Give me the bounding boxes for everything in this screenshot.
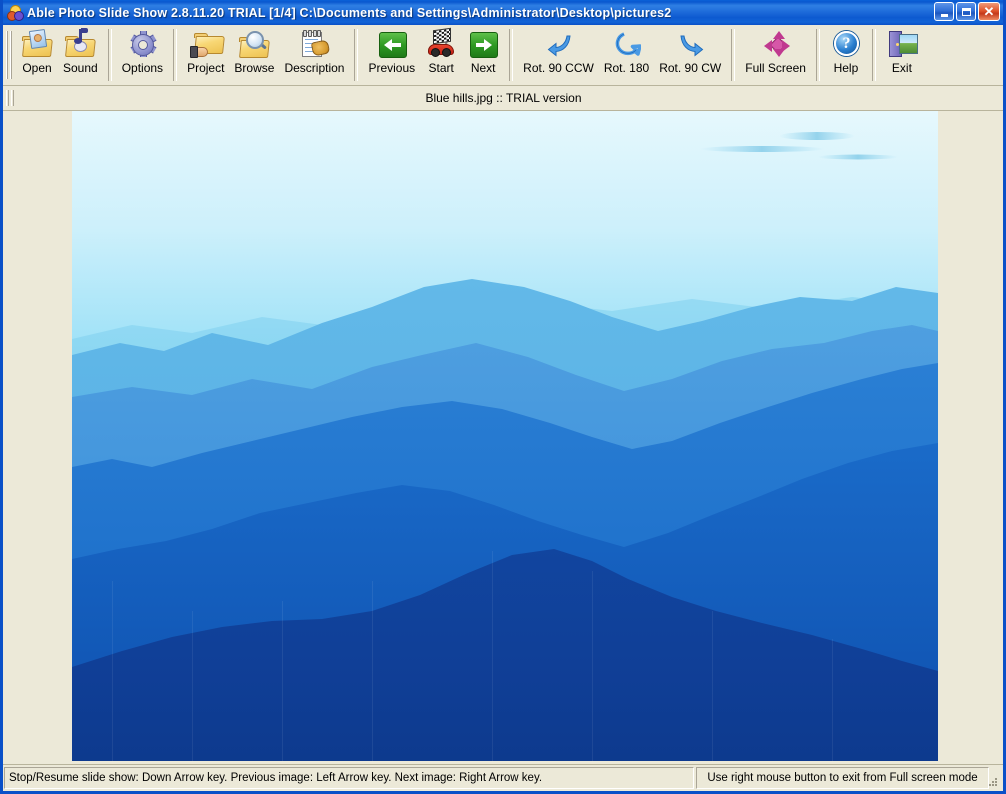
toolbar-group-help: ? Help: [825, 25, 867, 85]
description-button[interactable]: Description: [279, 25, 349, 77]
notepad-pencil-icon: [298, 29, 331, 59]
infobar-grip[interactable]: [6, 89, 16, 107]
toolbar-group-exit: Exit: [881, 25, 923, 85]
toolbar-group-rotation: Rot. 90 CCW Rot. 180 Rot. 90 CW: [518, 25, 726, 85]
window-title: Able Photo Slide Show 2.8.11.20 TRIAL [1…: [27, 5, 672, 20]
close-icon: ✕: [983, 4, 995, 19]
image-info-bar: Blue hills.jpg :: TRIAL version: [3, 86, 1003, 111]
start-label: Start: [428, 61, 454, 75]
image-viewer[interactable]: [3, 111, 1003, 764]
question-mark-icon: ?: [830, 29, 862, 59]
gear-icon: [126, 29, 158, 59]
browse-label: Browse: [234, 61, 275, 75]
minimize-button[interactable]: [934, 2, 954, 21]
rotate-ccw-arrow-icon: [543, 29, 575, 59]
options-label: Options: [121, 61, 164, 75]
rotate-180-label: Rot. 180: [603, 61, 650, 75]
open-folder-photo-icon: [21, 28, 53, 59]
status-bar: Stop/Resume slide show: Down Arrow key. …: [3, 764, 1003, 791]
status-hint-keys: Stop/Resume slide show: Down Arrow key. …: [4, 767, 694, 789]
checkered-flag-car-icon: [425, 27, 457, 59]
full-screen-label: Full Screen: [745, 61, 806, 75]
help-button[interactable]: ? Help: [825, 25, 867, 77]
sound-label: Sound: [63, 61, 98, 75]
blue-hills-photo: [72, 111, 938, 761]
toolbar-separator: [731, 29, 736, 81]
close-button[interactable]: ✕: [978, 2, 1000, 21]
title-bar[interactable]: Able Photo Slide Show 2.8.11.20 TRIAL [1…: [3, 0, 1003, 25]
arrow-right-green-icon: [467, 29, 499, 59]
open-button[interactable]: Open: [16, 25, 58, 77]
browse-button[interactable]: Browse: [229, 25, 279, 77]
status-hint-fullscreen: Use right mouse button to exit from Full…: [696, 767, 989, 789]
folder-magnifier-icon: [238, 29, 271, 59]
next-label: Next: [470, 61, 496, 75]
window-controls: ✕: [934, 2, 1000, 21]
toolbar-separator: [815, 29, 820, 81]
next-button[interactable]: Next: [462, 25, 504, 77]
toolbar-group-file: Open Sound: [16, 25, 103, 85]
door-exit-icon: [886, 29, 918, 59]
maximize-icon: [961, 7, 971, 16]
sound-button[interactable]: Sound: [58, 25, 103, 77]
project-button[interactable]: Project: [182, 25, 229, 77]
rotate-cw-label: Rot. 90 CW: [659, 61, 722, 75]
toolbar-group-view: Full Screen: [740, 25, 811, 85]
toolbar-separator: [173, 29, 178, 81]
hand-folder-icon: [189, 29, 225, 59]
rotate-180-button[interactable]: Rot. 180: [599, 25, 654, 77]
project-label: Project: [187, 61, 225, 75]
options-button[interactable]: Options: [117, 25, 168, 77]
toolbar-separator: [107, 29, 112, 81]
toolbar-grip[interactable]: [6, 28, 14, 82]
arrow-left-green-icon: [376, 29, 408, 59]
minimize-icon: [940, 13, 948, 17]
four-way-arrows-icon: [760, 29, 792, 59]
previous-label: Previous: [368, 61, 416, 75]
slide-image: [72, 111, 938, 761]
toolbar-separator: [509, 29, 514, 81]
rotate-ccw-label: Rot. 90 CCW: [523, 61, 594, 75]
rotate-cw-button[interactable]: Rot. 90 CW: [654, 25, 726, 77]
app-icon: [7, 4, 24, 21]
maximize-button[interactable]: [956, 2, 976, 21]
open-label: Open: [22, 61, 52, 75]
image-info-text: Blue hills.jpg :: TRIAL version: [425, 91, 582, 105]
main-toolbar: Open Sound Options Project Browse Descri…: [3, 25, 1003, 86]
start-button[interactable]: Start: [420, 25, 462, 77]
toolbar-separator: [871, 29, 876, 81]
full-screen-button[interactable]: Full Screen: [740, 25, 811, 77]
resize-grip[interactable]: [987, 776, 999, 788]
help-label: Help: [833, 61, 859, 75]
toolbar-group-settings: Options: [117, 25, 168, 85]
exit-button[interactable]: Exit: [881, 25, 923, 77]
toolbar-separator: [354, 29, 359, 81]
rotate-ccw-button[interactable]: Rot. 90 CCW: [518, 25, 599, 77]
rotate-cw-arrow-icon: [674, 29, 706, 59]
exit-label: Exit: [891, 61, 912, 75]
rotate-180-arrow-icon: [611, 29, 643, 59]
description-label: Description: [284, 61, 345, 75]
application-window: Able Photo Slide Show 2.8.11.20 TRIAL [1…: [0, 0, 1006, 794]
toolbar-group-navigation: Previous Start Next: [363, 25, 504, 85]
previous-button[interactable]: Previous: [363, 25, 420, 77]
folder-music-note-icon: [64, 28, 97, 59]
toolbar-group-content: Project Browse Description: [182, 25, 349, 85]
